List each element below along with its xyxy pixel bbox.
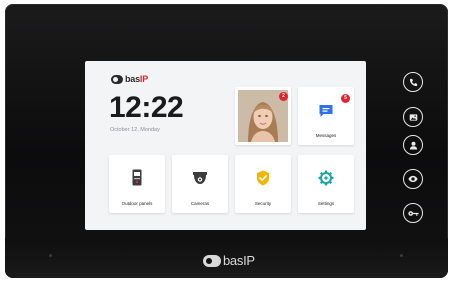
gallery-button[interactable]	[403, 107, 423, 127]
chat-icon	[319, 104, 334, 123]
clock-time: 12:22	[109, 91, 184, 124]
user-button[interactable]	[403, 135, 423, 155]
photo-count-badge: 2	[279, 92, 288, 101]
clock-date: October 12, Monday	[110, 127, 160, 133]
monitor-button[interactable]	[403, 169, 423, 189]
sensor-dot	[49, 254, 52, 257]
settings-label: Settings	[317, 201, 335, 206]
screen-logo: basIP	[111, 74, 148, 84]
gallery-icon	[409, 113, 417, 121]
logo-text-ip: IP	[139, 74, 149, 84]
logo-text-bas: bas	[125, 74, 140, 84]
user-icon	[409, 141, 417, 150]
unlock-button[interactable]	[403, 203, 423, 223]
settings-tile[interactable]: Settings	[298, 155, 354, 213]
cameras-label: Cameras	[190, 201, 210, 206]
outdoor-panels-label: Outdoor panels	[121, 201, 153, 206]
key-icon	[407, 210, 419, 216]
messages-tile[interactable]: 5 Messages	[298, 87, 354, 145]
messages-label: Messages	[315, 133, 337, 138]
brand-mark-icon	[203, 254, 221, 267]
messages-count-badge: 5	[341, 94, 350, 103]
outdoor-panels-tile[interactable]: Outdoor panels	[109, 155, 165, 213]
brand-text-bas: bas	[223, 253, 244, 268]
device-brand-logo: basIP	[203, 253, 255, 268]
logo-mark-icon	[111, 74, 123, 84]
shield-icon	[256, 170, 270, 191]
outdoor-panel-icon	[132, 169, 142, 191]
camera-icon	[192, 171, 208, 190]
cameras-tile[interactable]: Cameras	[172, 155, 228, 213]
visitor-photo-tile[interactable]: 2	[235, 87, 291, 145]
brand-text-ip: IP	[243, 253, 255, 268]
sensor-dot	[400, 254, 403, 257]
security-tile[interactable]: Security	[235, 155, 291, 213]
display-screen: basIP 12:22 October 12, Monday 2 5 Messa…	[85, 61, 366, 230]
call-button[interactable]	[403, 72, 423, 92]
security-label: Security	[254, 201, 272, 206]
phone-icon	[409, 78, 417, 86]
eye-icon	[408, 175, 418, 183]
gear-icon	[318, 170, 334, 191]
